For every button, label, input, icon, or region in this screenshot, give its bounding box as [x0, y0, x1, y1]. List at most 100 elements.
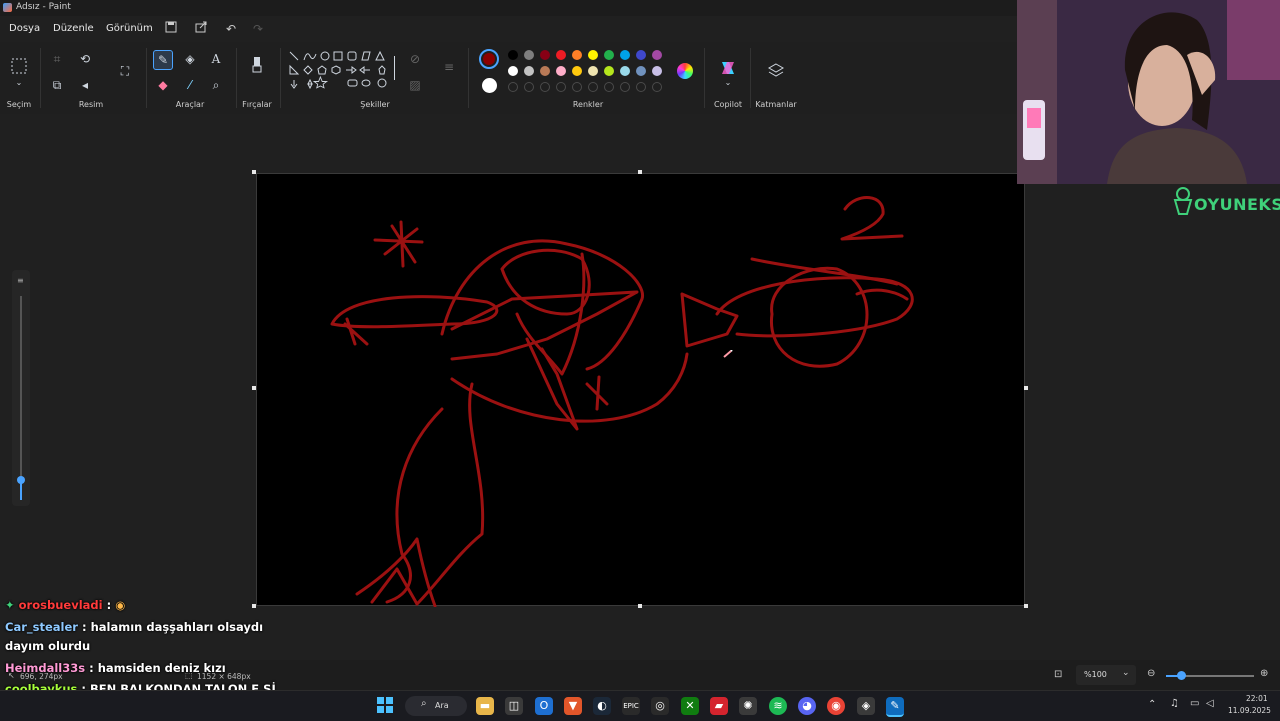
custom-color-slot[interactable] — [588, 82, 598, 92]
remove-background-icon[interactable]: ⛶ — [116, 62, 134, 80]
resize-handle[interactable] — [252, 386, 256, 390]
custom-color-slot[interactable] — [620, 82, 630, 92]
custom-color-slot[interactable] — [572, 82, 582, 92]
emote-icon: ◉ — [115, 598, 126, 612]
color-swatch[interactable] — [604, 50, 614, 60]
color-swatch[interactable] — [652, 50, 662, 60]
steam-icon[interactable]: ◐ — [593, 697, 611, 715]
text-icon[interactable]: A — [207, 50, 225, 68]
app-icon[interactable]: ◈ — [857, 697, 875, 715]
outline-icon: ⊘ — [409, 52, 421, 66]
color-swatch[interactable] — [540, 66, 550, 76]
xbox-icon[interactable]: ✕ — [681, 697, 699, 715]
color-swatch[interactable] — [556, 66, 566, 76]
color-swatch[interactable] — [572, 50, 582, 60]
primary-color-button[interactable] — [479, 49, 499, 69]
discord-icon[interactable]: ◕ — [798, 697, 816, 715]
shapes-scroll-bar[interactable] — [394, 56, 395, 80]
resize-handle[interactable] — [1024, 604, 1028, 608]
outlook-icon[interactable]: O — [535, 697, 553, 715]
menu-view[interactable]: Görünüm — [106, 23, 153, 34]
share-icon[interactable] — [193, 21, 209, 37]
drawing-canvas[interactable] — [256, 173, 1025, 608]
custom-color-slot[interactable] — [652, 82, 662, 92]
brush-size-slider[interactable]: ≡ — [12, 270, 30, 506]
chevron-down-icon[interactable]: ⌄ — [10, 74, 28, 92]
custom-color-slot[interactable] — [556, 82, 566, 92]
color-swatch[interactable] — [636, 66, 646, 76]
save-icon[interactable] — [163, 21, 179, 37]
color-swatch[interactable] — [556, 50, 566, 60]
store-icon[interactable]: ◫ — [505, 697, 523, 715]
webcam-overlay — [1017, 0, 1280, 184]
clock-date[interactable]: 11.09.2025 — [1228, 706, 1271, 715]
zoom-out-icon[interactable]: ⊖ — [1147, 668, 1155, 679]
color-swatch[interactable] — [572, 66, 582, 76]
edit-colors-icon[interactable] — [677, 63, 693, 79]
resize-icon[interactable]: ⧉ — [48, 76, 66, 94]
resize-handle[interactable] — [638, 604, 642, 608]
chat-username: Heimdall33s — [5, 661, 86, 675]
network-icon[interactable]: ▭ — [1190, 698, 1199, 709]
custom-color-slot[interactable] — [524, 82, 534, 92]
zoom-slider-thumb[interactable] — [1177, 671, 1186, 680]
resize-handle[interactable] — [638, 170, 642, 174]
canvas-drawing — [330, 196, 914, 608]
file-explorer-icon[interactable]: ▬ — [476, 697, 494, 715]
slider-thumb[interactable] — [17, 476, 25, 484]
color-swatch[interactable] — [604, 66, 614, 76]
volume-icon[interactable]: ◁ — [1206, 698, 1214, 709]
color-swatch[interactable] — [508, 66, 518, 76]
chevron-down-icon[interactable]: ⌄ — [719, 74, 737, 92]
color-swatch[interactable] — [588, 66, 598, 76]
layers-icon[interactable] — [767, 62, 785, 80]
start-icon[interactable] — [376, 697, 394, 715]
color-swatch[interactable] — [636, 50, 646, 60]
shapes-gallery[interactable] — [288, 50, 398, 100]
clock-time[interactable]: 22:01 — [1246, 694, 1268, 703]
eraser-icon[interactable]: ◆ — [154, 76, 172, 94]
pencil-icon[interactable]: ✎ — [153, 50, 173, 70]
color-swatch[interactable] — [652, 66, 662, 76]
chrome-icon[interactable]: ◉ — [827, 697, 845, 715]
flip-icon[interactable]: ◂ — [76, 76, 94, 94]
menu-edit[interactable]: Düzenle — [53, 23, 94, 34]
taskbar-search[interactable]: ⌕ Ara — [405, 696, 467, 716]
riot-client-icon[interactable]: ▰ — [710, 697, 728, 715]
menu-file[interactable]: Dosya — [9, 23, 40, 34]
color-swatch[interactable] — [524, 50, 534, 60]
zoom-in-icon[interactable]: ⊕ — [1260, 668, 1268, 679]
color-swatch[interactable] — [588, 50, 598, 60]
brush-icon[interactable] — [248, 56, 266, 74]
chatgpt-icon[interactable]: ✺ — [739, 697, 757, 715]
epic-games-icon[interactable]: EPIC — [622, 697, 640, 715]
undo-icon[interactable]: ↶ — [223, 21, 239, 37]
fit-to-window-icon[interactable]: ⊡ — [1054, 669, 1062, 680]
spotify-icon[interactable]: ≋ — [769, 697, 787, 715]
custom-color-slot[interactable] — [604, 82, 614, 92]
zoom-dropdown[interactable]: %100 ⌄ — [1076, 665, 1136, 685]
custom-color-slot[interactable] — [636, 82, 646, 92]
magnifier-icon[interactable]: ⌕ — [207, 76, 225, 94]
obs-icon[interactable]: ◎ — [651, 697, 669, 715]
resize-handle[interactable] — [252, 170, 256, 174]
stroke-size-icon: ≡ — [443, 60, 455, 74]
color-swatch[interactable] — [508, 50, 518, 60]
brave-icon[interactable]: ▼ — [564, 697, 582, 715]
chevron-up-icon[interactable]: ⌃ — [1148, 699, 1156, 710]
rotate-icon[interactable]: ⟲ — [76, 50, 94, 68]
ribbon-divider — [236, 48, 237, 108]
color-swatch[interactable] — [620, 50, 630, 60]
color-swatch[interactable] — [540, 50, 550, 60]
brand-text: OYUNEKS — [1194, 195, 1280, 214]
fill-icon[interactable]: ◈ — [181, 50, 199, 68]
color-picker-icon[interactable]: ⁄ — [181, 76, 199, 94]
secondary-color-button[interactable] — [482, 78, 497, 93]
resize-handle[interactable] — [1024, 386, 1028, 390]
color-swatch[interactable] — [620, 66, 630, 76]
custom-color-slot[interactable] — [508, 82, 518, 92]
paint-taskbar-icon[interactable]: ✎ — [886, 697, 904, 717]
color-swatch[interactable] — [524, 66, 534, 76]
microphone-icon[interactable]: ♫ — [1170, 698, 1179, 709]
custom-color-slot[interactable] — [540, 82, 550, 92]
